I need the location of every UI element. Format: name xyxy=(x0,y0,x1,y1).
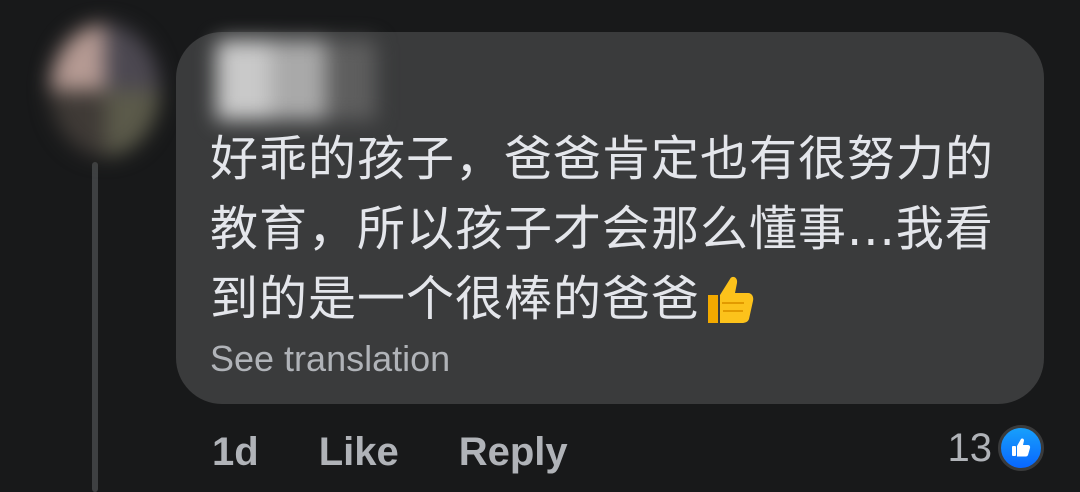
avatar[interactable] xyxy=(50,24,160,156)
reaction-count: 13 xyxy=(947,425,993,470)
comment-thread: 好乖的孩子，爸爸肯定也有很努力的教育，所以孩子才会那么懂事...我看到的是一个很… xyxy=(0,0,1080,492)
comment-actions: 1d Like Reply xyxy=(212,424,568,480)
comment-body: 好乖的孩子，爸爸肯定也有很努力的教育，所以孩子才会那么懂事...我看到的是一个很… xyxy=(210,131,995,327)
like-reaction-icon xyxy=(998,425,1044,471)
thread-connector-line xyxy=(92,162,98,492)
reply-button[interactable]: Reply xyxy=(459,430,568,475)
thumbs-up-icon xyxy=(704,273,754,344)
comment-text: 好乖的孩子，爸爸肯定也有很努力的教育，所以孩子才会那么懂事...我看到的是一个很… xyxy=(210,124,1000,344)
see-translation-link[interactable]: See translation xyxy=(210,338,450,380)
like-button[interactable]: Like xyxy=(319,430,399,475)
reactions-summary[interactable]: 13 xyxy=(947,420,1044,476)
comment-timestamp[interactable]: 1d xyxy=(212,430,259,475)
comment-bubble: 好乖的孩子，爸爸肯定也有很努力的教育，所以孩子才会那么懂事...我看到的是一个很… xyxy=(176,32,1044,404)
